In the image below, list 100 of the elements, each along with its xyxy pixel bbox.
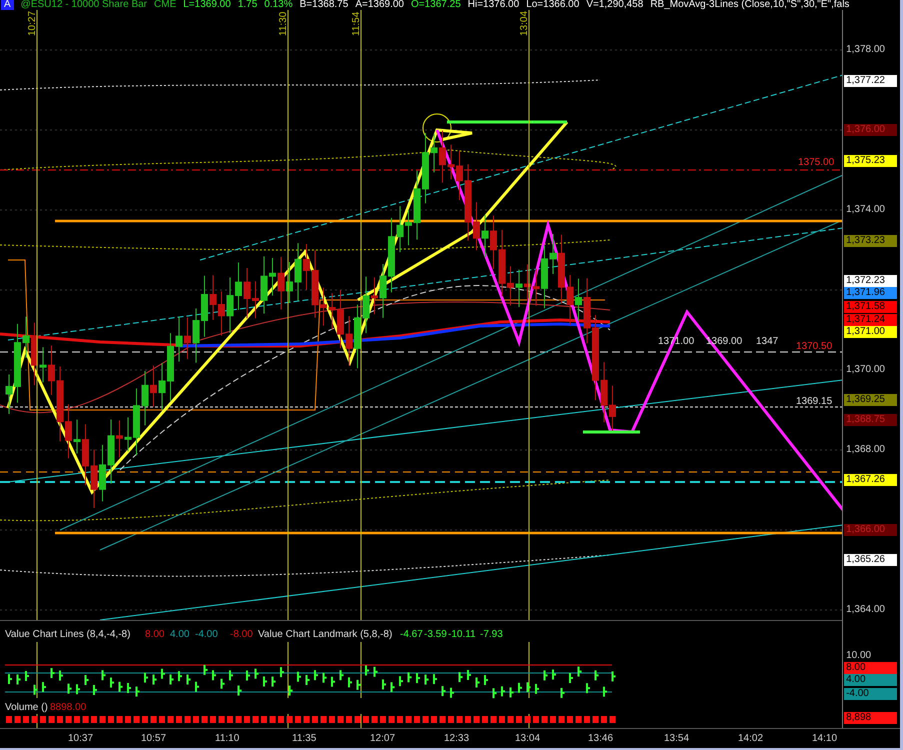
- candle: [328, 292, 336, 330]
- candle: [31, 322, 38, 386]
- candle: [90, 449, 98, 509]
- price-tick-label: 1,364.00: [846, 604, 885, 616]
- price-tag: 1,377.22: [844, 75, 898, 88]
- candle: [82, 424, 89, 486]
- time-axis-label: 10:37: [68, 733, 94, 744]
- candle: [516, 269, 522, 308]
- candle: [346, 316, 352, 366]
- header-quote-text: L=1369.00: [183, 0, 231, 10]
- candle: [286, 261, 293, 304]
- candle: [490, 215, 497, 270]
- time-axis-label: 14:10: [812, 733, 838, 744]
- indicator-reading: -4.67: [400, 629, 423, 640]
- candle: [558, 234, 565, 304]
- candle: [184, 317, 191, 360]
- indicator-reading: -7.93: [480, 629, 503, 640]
- indicator-reading: -4.00: [195, 629, 218, 640]
- candle: [541, 245, 548, 309]
- volume-tag: 8,898: [844, 712, 898, 724]
- time-axis-label: 12:07: [370, 733, 396, 744]
- candle: [244, 268, 250, 319]
- price-level-label: 1370.50: [796, 341, 832, 352]
- candle: [524, 264, 531, 302]
- candle: [158, 362, 166, 410]
- indicator-reading: 4.00: [170, 629, 190, 640]
- candle: [550, 233, 556, 275]
- price-tag: 1,371.00: [844, 326, 898, 338]
- time-marker-label: 13:04: [519, 10, 530, 36]
- candle: [414, 170, 420, 240]
- candle: [74, 419, 80, 454]
- candle: [260, 256, 268, 314]
- indicator-reading: -3.59: [424, 629, 447, 640]
- indicator-tag: 4.00: [844, 674, 898, 686]
- price-tick-label: 1,370.00: [846, 364, 885, 376]
- candle: [354, 304, 361, 369]
- candle: [439, 130, 446, 184]
- candle: [473, 202, 480, 251]
- candle: [22, 316, 30, 358]
- price-tag: 1,372.23: [844, 274, 898, 287]
- candle: [575, 278, 582, 322]
- price-tag: 1,369.25: [844, 394, 898, 406]
- price-tag: 1,366.00: [844, 524, 898, 536]
- candle: [456, 150, 463, 201]
- indicator-reading: -8.00: [230, 629, 253, 640]
- header-quote-text: O=1367.25: [410, 0, 461, 10]
- candle: [210, 274, 216, 320]
- candle: [532, 268, 540, 306]
- candle: [396, 206, 404, 253]
- price-tick-label: 1,368.00: [846, 444, 885, 456]
- candle: [380, 264, 386, 318]
- candle: [584, 278, 590, 344]
- candle: [405, 209, 412, 246]
- time-axis-label: 13:46: [588, 733, 614, 744]
- candle: [40, 346, 46, 383]
- price-tick-label: 1,374.00: [846, 204, 885, 216]
- price-tag: 1,373.23: [844, 234, 898, 247]
- candle: [133, 388, 140, 456]
- candle: [150, 365, 157, 408]
- time-axis-label: 14:02: [738, 733, 764, 744]
- candle: [252, 280, 259, 319]
- price-tag: 1,371.58: [844, 300, 898, 313]
- price-level-label: 1347: [756, 336, 778, 347]
- header-quote-text: B=1368.75: [300, 0, 348, 10]
- time-axis-label: 10:57: [141, 733, 166, 744]
- candle: [65, 404, 72, 459]
- header-quote-text: 0.13%: [264, 0, 293, 10]
- candle: [430, 133, 438, 173]
- indicator-tag: 8.00: [844, 662, 898, 674]
- header-quote-text: Hi=1376.00: [468, 0, 520, 10]
- indicator-reading: 8.00: [145, 629, 164, 640]
- indicator-tick-label: 10.00: [846, 650, 872, 662]
- candle: [99, 444, 106, 502]
- price-level-label: 1369.15: [796, 396, 832, 407]
- indicator-title: Value Chart Lines (8,4,-4,-8): [5, 629, 130, 640]
- time-axis-label: 13:54: [664, 733, 690, 744]
- price-level-label: 1375.00: [798, 157, 834, 168]
- candle: [362, 276, 370, 334]
- header-quote-text: 1.75: [238, 0, 258, 10]
- time-axis-label: 11:35: [292, 733, 316, 744]
- header-quote-text: V=1,290,458: [586, 0, 644, 10]
- price-tag: 1,367.26: [844, 474, 898, 486]
- candle: [269, 258, 276, 296]
- candle: [201, 275, 208, 338]
- candle: [192, 308, 200, 364]
- candle: [167, 332, 174, 402]
- volume-title: Volume (): [5, 702, 48, 713]
- candle: [142, 370, 148, 426]
- candle: [498, 229, 506, 297]
- price-tick-label: 1,378.00: [846, 44, 885, 56]
- price-tag: 1,375.23: [844, 154, 898, 167]
- candle: [294, 242, 302, 302]
- indicator-reading: -10.11: [448, 629, 476, 640]
- header-quote-text: CME: [154, 0, 176, 10]
- symbol-badge[interactable]: A: [1, 0, 14, 10]
- time-axis-label: 13:04: [515, 733, 540, 744]
- candle: [371, 276, 378, 315]
- candle: [226, 276, 234, 334]
- time-axis-label: 12:33: [444, 733, 470, 744]
- candle: [566, 274, 574, 326]
